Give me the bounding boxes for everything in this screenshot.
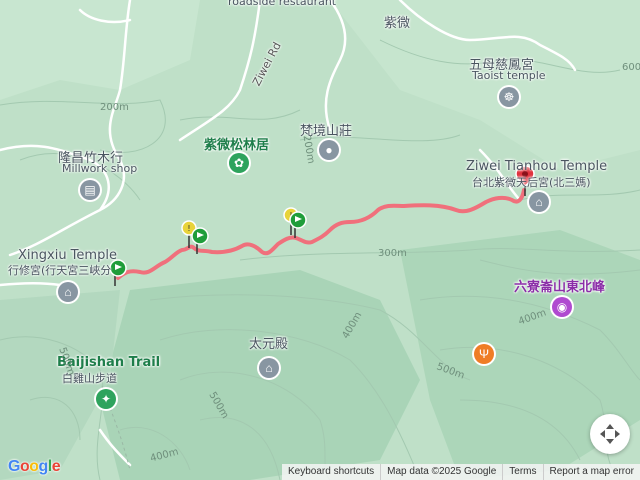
clipped-top-label: roadside restaurant [228, 0, 337, 8]
terms-link[interactable]: Terms [502, 464, 542, 480]
flag-marker[interactable] [288, 208, 308, 240]
elevation-label: 200m [100, 102, 129, 113]
place-label-ziwei-pine: 紫微松林居 [204, 138, 270, 153]
temple-icon[interactable]: ⌂ [259, 358, 279, 378]
flower-icon[interactable]: ✿ [229, 153, 249, 173]
pan-control-button[interactable] [590, 414, 630, 454]
place-label-xingxiu-en: Xingxiu Temple [18, 248, 117, 263]
temple-icon[interactable]: ⌂ [529, 192, 549, 212]
place-icon[interactable]: ● [319, 140, 339, 160]
elevation-label: 300m [378, 248, 407, 259]
shop-icon[interactable]: ▤ [80, 180, 100, 200]
flag-marker[interactable] [190, 224, 210, 256]
map-canvas[interactable]: ! ! ☸ ▤ ✿ ● ⌂ ⌂ ◉ Ψ ⌂ ✦ roadside restaur… [0, 0, 640, 480]
place-label-xingxiu-zh: 行修宮(行天宮三峽分 [8, 264, 112, 277]
report-error-link[interactable]: Report a map error [542, 464, 640, 480]
keyboard-shortcuts-link[interactable]: Keyboard shortcuts [282, 464, 380, 480]
temple-icon[interactable]: ☸ [499, 87, 519, 107]
google-logo: Google [8, 458, 61, 475]
place-label-tianhou-zh: 台北紫微天后宮(北三媽) [472, 176, 591, 189]
elevation-label: 600m [622, 62, 640, 73]
restaurant-icon[interactable]: Ψ [474, 344, 494, 364]
temple-icon[interactable]: ⌂ [58, 282, 78, 302]
place-label-tianhou-en: Ziwei Tianhou Temple [466, 159, 608, 174]
place-label-ziwei: 紫微 [384, 16, 411, 31]
place-label-taoist-en: Taoist temple [472, 69, 546, 82]
map-data-attribution: Map data ©2025 Google [380, 464, 502, 480]
place-label-taiyuan: 太元殿 [249, 337, 289, 352]
move-arrows-icon [600, 424, 620, 444]
place-label-longchang-en: Millwork shop [62, 162, 138, 175]
place-label-liuliao: 六寮崙山東北峰 [514, 280, 606, 295]
camera-icon[interactable]: ◉ [552, 297, 572, 317]
hiking-icon[interactable]: ✦ [96, 389, 116, 409]
map-footer: Keyboard shortcuts Map data ©2025 Google… [281, 464, 640, 480]
